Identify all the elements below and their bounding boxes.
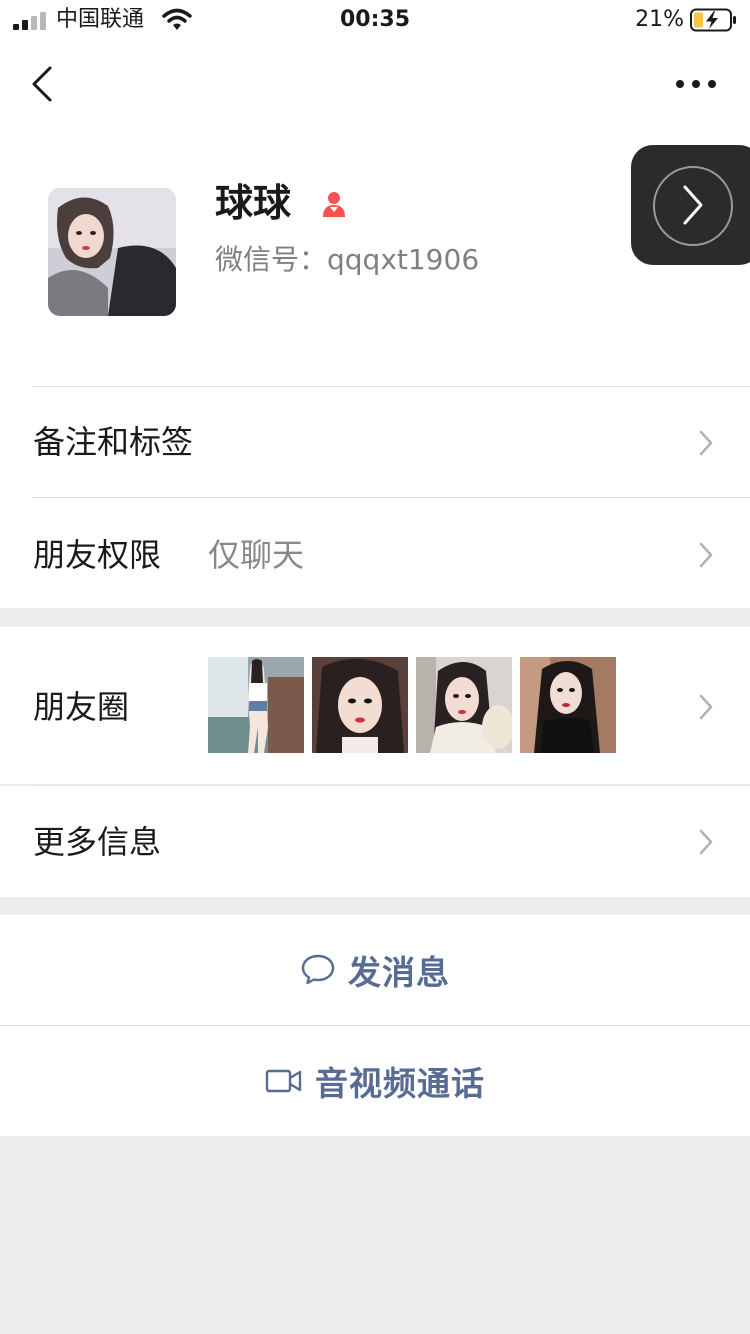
moments-photo xyxy=(520,657,616,753)
moments-photo xyxy=(208,657,304,753)
remark-and-tags-label: 备注和标签 xyxy=(33,423,194,461)
more-info-label: 更多信息 xyxy=(33,823,162,861)
avatar[interactable] xyxy=(48,188,176,316)
friend-permissions-label: 朋友权限 xyxy=(33,536,162,574)
video-camera-icon xyxy=(265,1069,302,1093)
chat-bubble-icon xyxy=(301,954,335,985)
friend-permissions-row[interactable]: 朋友权限 仅聊天 xyxy=(0,498,750,608)
video-call-label: 音视频通话 xyxy=(315,1064,485,1103)
friend-permissions-value: 仅聊天 xyxy=(208,536,305,574)
video-call-button[interactable]: 音视频通话 xyxy=(0,1026,750,1136)
status-bar: 中国联通 00:35 21% xyxy=(0,0,750,40)
back-icon[interactable] xyxy=(26,62,60,106)
floating-window-button[interactable] xyxy=(631,145,750,265)
moments-row[interactable]: 朋友圈 xyxy=(0,627,750,784)
battery-percentage: 21% xyxy=(635,7,684,32)
profile-name: 球球 xyxy=(215,181,292,225)
chevron-right-icon xyxy=(699,430,713,456)
navigation-bar xyxy=(0,40,750,130)
chevron-right-icon xyxy=(699,694,713,720)
send-message-label: 发消息 xyxy=(348,953,450,992)
female-icon xyxy=(323,192,345,217)
moments-label: 朋友圈 xyxy=(33,688,130,726)
chevron-right-icon xyxy=(699,829,713,855)
moments-photo xyxy=(312,657,408,753)
chevron-right-icon xyxy=(699,542,713,568)
chevron-right-icon xyxy=(683,185,703,225)
moments-photo xyxy=(416,657,512,753)
more-options-icon[interactable] xyxy=(664,70,724,98)
wechat-id: 微信号：qqqxt1906 xyxy=(215,243,480,276)
remark-and-tags-row[interactable]: 备注和标签 xyxy=(0,387,750,497)
battery-charging-icon xyxy=(690,8,736,32)
more-info-row[interactable]: 更多信息 xyxy=(0,786,750,897)
send-message-button[interactable]: 发消息 xyxy=(0,915,750,1025)
